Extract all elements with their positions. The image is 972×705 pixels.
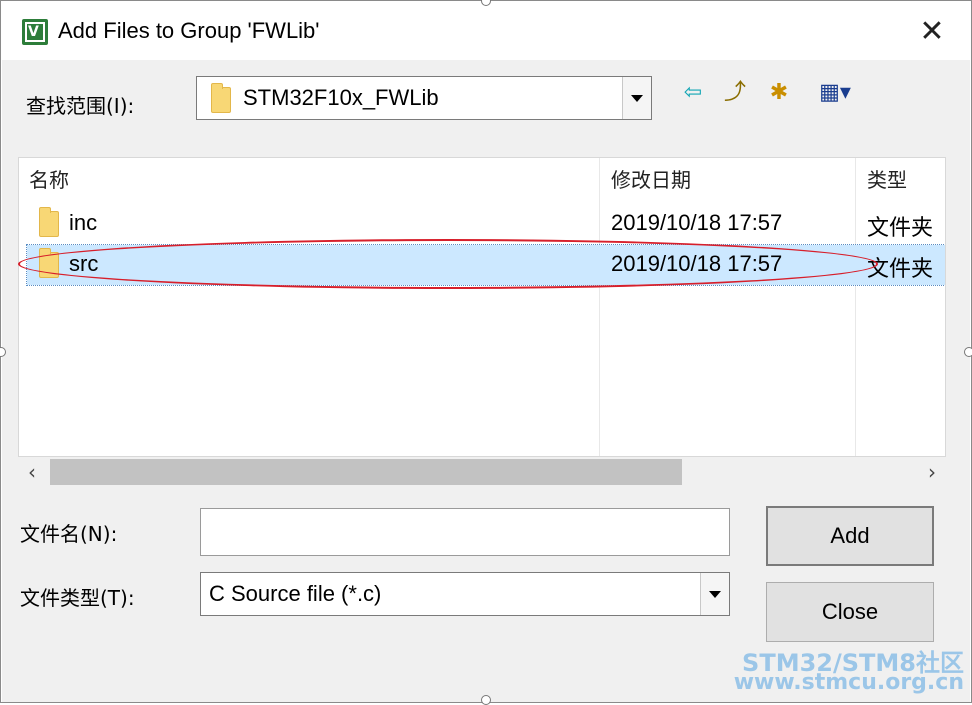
list-item[interactable]: inc 2019/10/18 17:57 文件夹	[27, 204, 945, 244]
file-type: 文件夹	[867, 256, 934, 281]
scrollbar-thumb[interactable]	[50, 459, 682, 485]
filetype-label: 文件类型(T):	[20, 586, 135, 610]
filetype-dropdown-button[interactable]	[700, 573, 729, 615]
back-icon[interactable]: ⇦	[678, 80, 708, 106]
folder-icon	[39, 207, 59, 237]
filename-input[interactable]	[200, 508, 730, 556]
file-type: 文件夹	[867, 215, 934, 240]
window-title: Add Files to Group 'FWLib'	[58, 18, 320, 43]
dialog-body: 查找范围(I): STM32F10x_FWLib ⇦ ⤴ ✱ ▦▾ 名称 ^ 修…	[2, 60, 970, 702]
sort-indicator-icon: ^	[303, 157, 319, 171]
title-bar: V Add Files to Group 'FWLib' ✕	[2, 2, 970, 60]
folder-icon	[211, 83, 231, 113]
add-button[interactable]: Add	[766, 506, 934, 566]
lookin-label: 查找范围(I):	[26, 94, 135, 118]
list-item-selected[interactable]: src 2019/10/18 17:57 文件夹	[26, 244, 945, 286]
filetype-combo[interactable]: C Source file (*.c)	[200, 572, 730, 616]
lookin-dropdown-button[interactable]	[622, 77, 651, 119]
file-date: 2019/10/18 17:57	[611, 210, 783, 235]
view-menu-icon[interactable]: ▦▾	[808, 80, 862, 106]
file-name: src	[69, 251, 99, 276]
filename-label: 文件名(N):	[20, 522, 118, 546]
watermark-url: www.stmcu.org.cn	[733, 670, 964, 695]
folder-icon	[39, 248, 59, 278]
scroll-left-icon[interactable]: ‹	[18, 459, 46, 485]
keil-app-icon: V	[22, 19, 48, 45]
close-button[interactable]: Close	[766, 582, 934, 642]
filetype-value: C Source file (*.c)	[209, 581, 382, 606]
dialog-window: V Add Files to Group 'FWLib' ✕ 查找范围(I): …	[0, 0, 972, 703]
lookin-value: STM32F10x_FWLib	[243, 85, 439, 110]
file-date: 2019/10/18 17:57	[611, 251, 783, 276]
up-folder-icon[interactable]: ⤴	[720, 80, 750, 106]
column-divider[interactable]	[599, 158, 600, 456]
file-name: inc	[69, 210, 98, 235]
column-header-date[interactable]: 修改日期	[601, 158, 855, 202]
new-folder-icon[interactable]: ✱	[764, 80, 794, 106]
scroll-right-icon[interactable]: ›	[918, 459, 946, 485]
file-list[interactable]: 名称 ^ 修改日期 类型 inc 2019/10/18 17:57 文件夹 sr…	[18, 157, 946, 457]
close-window-button[interactable]: ✕	[914, 14, 950, 50]
resize-handle[interactable]	[964, 347, 972, 357]
resize-handle[interactable]	[481, 695, 491, 705]
column-divider[interactable]	[855, 158, 856, 456]
horizontal-scrollbar[interactable]: ‹ ›	[18, 457, 946, 487]
column-header-type[interactable]: 类型	[857, 158, 945, 202]
lookin-combo[interactable]: STM32F10x_FWLib	[196, 76, 652, 120]
